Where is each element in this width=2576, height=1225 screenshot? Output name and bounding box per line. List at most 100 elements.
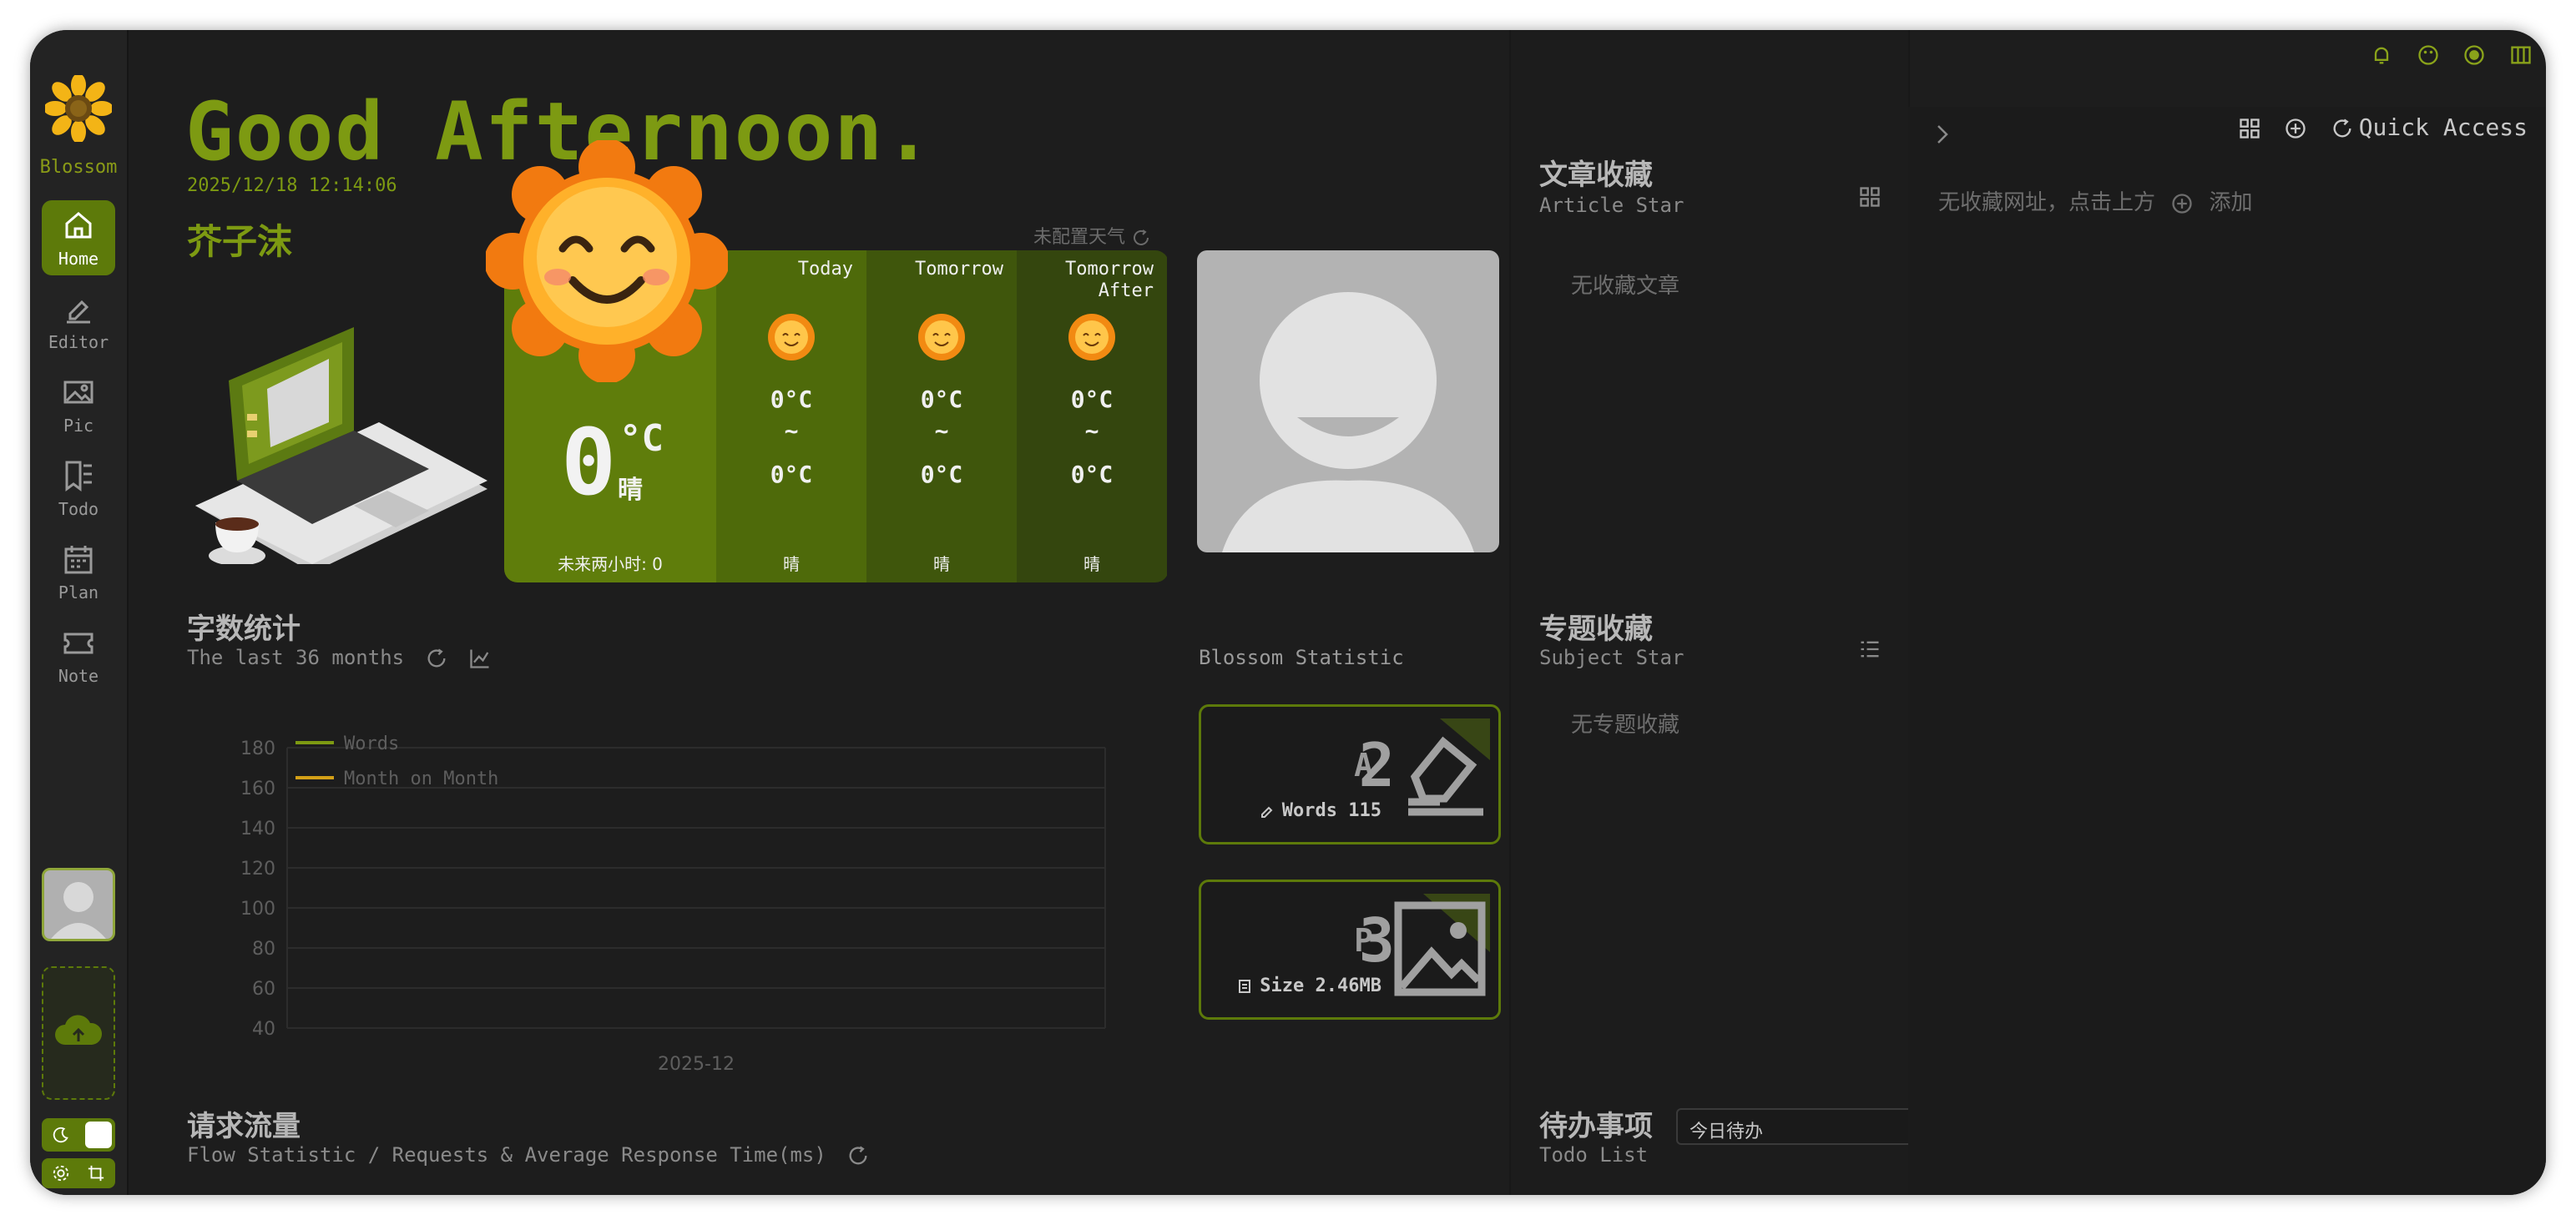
quick-access-add-text: 添加	[2209, 190, 2253, 215]
day-name-line1: Tomorrow	[1065, 259, 1154, 280]
profile-avatar[interactable]	[1197, 250, 1499, 552]
day-condition: 晴	[783, 554, 800, 574]
username: 芥子沫	[187, 221, 293, 262]
nav-item-plan[interactable]: Plan	[42, 534, 115, 609]
moon-icon	[53, 1127, 68, 1143]
word-stats-title: 字数统计	[187, 612, 301, 646]
next-two-hours: 未来两小时: 0	[558, 554, 663, 574]
line-chart-icon[interactable]	[468, 647, 492, 670]
window-top-icons	[2355, 43, 2533, 68]
nav-item-note[interactable]: Note	[42, 618, 115, 693]
main-content: Good Afternoon. 2025/12/18 12:14:06 芥子沫 …	[129, 30, 1528, 1195]
todo-filter-select[interactable]: 今日待办	[1676, 1108, 1935, 1145]
refresh-icon[interactable]	[2331, 117, 2354, 140]
quick-access-actions	[2223, 117, 2354, 140]
chevron-right-icon[interactable]	[1930, 122, 1955, 147]
gear-icon[interactable]	[52, 1164, 70, 1182]
refresh-icon[interactable]	[425, 647, 448, 670]
picture-stat-card[interactable]: P 3 Size 2.46MB	[1199, 880, 1501, 1020]
current-datetime: 2025/12/18 12:14:06	[187, 175, 397, 196]
avatar-placeholder-icon	[51, 882, 106, 939]
chart-legend-label: Month on Month	[344, 769, 498, 789]
quick-access-panel: Quick Access 无收藏网址，点击上方 添加	[1908, 107, 2546, 1195]
brand-name: Blossom	[39, 157, 118, 178]
quick-access-empty-text: 无收藏网址，点击上方	[1938, 190, 2156, 215]
current-temp-unit: °C	[619, 417, 664, 460]
nav-label: Plan	[58, 582, 99, 602]
forecast-day-after: Tomorrow After 0°C ~ 0°C 晴	[1017, 250, 1167, 582]
sidebar: Blossom Home Editor Pic Todo Plan Note	[30, 30, 129, 1195]
quick-access-title: Quick Access	[2358, 113, 2528, 141]
nav-label: Pic	[63, 416, 94, 436]
nav-item-todo[interactable]: Todo	[42, 451, 115, 526]
chart-xtick-label: 2025-12	[658, 1054, 735, 1075]
day-sep: ~	[934, 417, 949, 445]
weather-note-text: 未配置天气	[1033, 227, 1126, 248]
subject-star-title: 专题收藏	[1539, 612, 1653, 646]
refresh-icon[interactable]	[1131, 228, 1151, 248]
favorites-column: 文章收藏 Article Star 无收藏文章 专题收藏 Subject Sta…	[1509, 30, 1935, 1195]
nav-label: Home	[58, 249, 99, 269]
avatar-placeholder-icon	[1222, 292, 1474, 552]
weather-config-note[interactable]: 未配置天气	[1033, 222, 1151, 249]
word-stats-chart: 40 60 80 100 120 140 160 180 2025-12 Words Month o…	[240, 733, 1106, 1075]
subject-star-subtitle: Subject Star	[1539, 646, 1685, 669]
day-condition: 晴	[1083, 554, 1100, 574]
crop-icon[interactable]	[87, 1164, 105, 1182]
theme-toggle[interactable]	[42, 1118, 115, 1152]
calendar-icon	[64, 546, 93, 574]
record-icon[interactable]	[2462, 43, 2486, 67]
day-low: 0°C	[1070, 461, 1114, 488]
bell-icon[interactable]	[2370, 43, 2393, 67]
chart-ytick-label: 120	[240, 859, 275, 880]
flow-subtitle-text: Flow Statistic / Requests & Average Resp…	[187, 1143, 826, 1167]
stat-meta-text: Size 2.46MB	[1260, 975, 1381, 996]
sun-icon	[768, 314, 815, 360]
day-sep: ~	[1084, 417, 1099, 445]
user-avatar[interactable]	[42, 868, 115, 941]
day-name: Tomorrow	[915, 259, 1003, 280]
day-high: 0°C	[1070, 386, 1114, 413]
stat-meta-text: Words 115	[1281, 800, 1381, 821]
ticket-icon	[63, 633, 93, 654]
nav-item-editor[interactable]: Editor	[42, 284, 115, 359]
sun-icon	[918, 314, 965, 360]
app-window: Blossom Home Editor Pic Todo Plan Note G…	[30, 30, 2546, 1195]
columns-icon[interactable]	[2509, 43, 2533, 67]
day-low: 0°C	[770, 461, 813, 488]
chart-ytick-label: 160	[240, 779, 275, 799]
bookmark-list-icon	[65, 461, 92, 492]
nav-item-home[interactable]: Home	[42, 200, 115, 275]
toggle-knob	[85, 1122, 112, 1148]
palette-icon[interactable]	[2417, 43, 2440, 67]
article-stat-card[interactable]: A 2 Words 115	[1199, 704, 1501, 844]
nav-label: Todo	[58, 499, 99, 519]
forecast-today: Today 0°C ~ 0°C 晴	[716, 250, 866, 582]
current-condition: 晴	[618, 476, 643, 505]
refresh-icon[interactable]	[846, 1144, 870, 1167]
quick-access-empty: 无收藏网址，点击上方 添加	[1938, 185, 2253, 216]
add-circle-icon[interactable]	[2284, 117, 2307, 140]
bottom-toolbar	[42, 1158, 115, 1188]
chart-legend-label: Words	[344, 733, 399, 754]
add-circle-icon[interactable]	[2170, 192, 2194, 215]
nav-label: Note	[58, 666, 99, 686]
list-icon[interactable]	[1858, 638, 1881, 661]
article-star-empty: 无收藏文章	[1571, 274, 1680, 299]
subject-star-empty: 无专题收藏	[1571, 713, 1680, 738]
grid-icon[interactable]	[1858, 185, 1881, 209]
nav-item-pic[interactable]: Pic	[42, 367, 115, 442]
flow-title: 请求流量	[187, 1110, 301, 1143]
day-high: 0°C	[770, 386, 813, 413]
chart-ytick-label: 180	[240, 739, 275, 759]
image-icon	[63, 381, 93, 404]
upload-dropzone[interactable]	[42, 966, 115, 1100]
word-stats-subtitle-text: The last 36 months	[187, 646, 405, 669]
cloud-upload-icon	[55, 1015, 103, 1045]
chart-ytick-label: 80	[252, 939, 275, 960]
grid-icon[interactable]	[2238, 117, 2261, 140]
todo-subtitle: Todo List	[1539, 1143, 1649, 1167]
stat-meta: Words 115	[1259, 800, 1381, 821]
nav-label: Editor	[48, 332, 109, 352]
day-condition: 晴	[933, 554, 950, 574]
